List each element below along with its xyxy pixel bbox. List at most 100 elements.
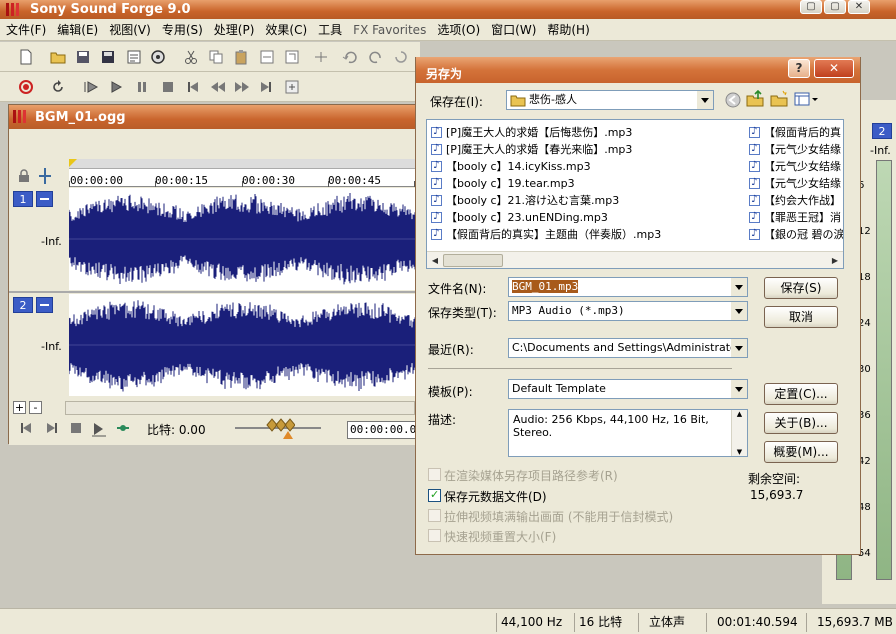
file-item[interactable]: 【约会大作战】 — [747, 192, 841, 209]
lock-icon[interactable] — [17, 169, 31, 183]
file-item[interactable]: 【元气少女结缘 — [747, 158, 841, 175]
go-to-start-icon[interactable] — [19, 421, 33, 435]
menu-window[interactable]: 窗口(W) — [485, 21, 541, 38]
horizontal-scrollbar[interactable] — [65, 401, 415, 415]
track-number[interactable]: 2 — [13, 297, 33, 313]
undo-icon[interactable] — [342, 49, 358, 65]
file-item[interactable]: 【booly c】23.unENDing.mp3 — [429, 209, 608, 226]
up-folder-icon[interactable] — [746, 90, 764, 108]
file-item[interactable]: 【假面背后的真 — [747, 124, 841, 141]
scroll-up-icon[interactable]: ▲ — [732, 410, 747, 418]
template-select[interactable]: Default Template — [508, 379, 748, 399]
about-button[interactable]: 关于(B)... — [764, 412, 838, 434]
menu-process[interactable]: 处理(P) — [208, 21, 260, 38]
menu-options[interactable]: 选项(O) — [431, 21, 485, 38]
file-item[interactable]: 【booly c】14.icyKiss.mp3 — [429, 158, 591, 175]
file-item[interactable]: [P]魔王大人的求婚【春光来临】.mp3 — [429, 141, 632, 158]
file-item[interactable]: 【元气少女结缘 — [747, 141, 841, 158]
track-1-mute-button[interactable] — [36, 191, 53, 207]
data-window-title-bar[interactable]: BGM_01.ogg — [9, 105, 417, 129]
disc-icon[interactable] — [150, 49, 166, 65]
filename-input[interactable]: BGM_01.mp3 — [508, 277, 748, 297]
zoom-in-button[interactable]: + — [13, 401, 26, 414]
crop-icon[interactable] — [284, 49, 300, 65]
fast-resize-checkbox[interactable] — [428, 529, 441, 542]
rewind-icon[interactable] — [210, 79, 226, 95]
description-scrollbar[interactable]: ▲ ▼ — [731, 410, 747, 456]
playhead-marker-icon[interactable] — [69, 159, 77, 167]
cancel-button[interactable]: 取消 — [764, 306, 838, 328]
scroll-down-icon[interactable]: ▼ — [732, 448, 747, 456]
zoom-out-button[interactable]: - — [29, 401, 42, 414]
file-item[interactable]: 【罪恶王冠】消 — [747, 209, 841, 226]
track-2-mute-button[interactable] — [36, 297, 53, 313]
save-button[interactable]: 保存(S) — [764, 277, 838, 299]
close-button[interactable]: ✕ — [848, 0, 870, 14]
meter-channel[interactable]: 2 — [872, 123, 892, 139]
record-icon[interactable] — [18, 79, 34, 95]
scroll-thumb[interactable] — [443, 254, 503, 267]
file-list-scrollbar[interactable]: ◀ ▶ — [427, 251, 843, 268]
copy-icon[interactable] — [208, 49, 224, 65]
new-folder-icon[interactable] — [770, 90, 788, 108]
file-item[interactable]: 【銀の冠 碧の涙 — [747, 226, 843, 243]
menu-tools[interactable]: 工具 — [312, 21, 347, 38]
time-ruler[interactable]: 00:00:00 00:00:15 00:00:30 00:00:45 — [69, 159, 419, 187]
open-folder-icon[interactable] — [50, 49, 66, 65]
marker-icon[interactable] — [284, 79, 300, 95]
trim-icon[interactable] — [313, 49, 329, 65]
waveform-channel-1[interactable] — [69, 188, 419, 290]
menu-help[interactable]: 帮助(H) — [541, 21, 594, 38]
pause-icon[interactable] — [134, 79, 150, 95]
dialog-close-button[interactable]: ✕ — [814, 59, 854, 78]
waveform-channel-2[interactable] — [69, 294, 419, 396]
render-path-checkbox[interactable] — [428, 468, 441, 481]
play-icon[interactable] — [91, 421, 107, 437]
file-item[interactable]: 【假面背后的真实】主题曲（伴奏版）.mp3 — [429, 226, 661, 243]
file-item[interactable]: 【booly c】21.溶け込む言葉.mp3 — [429, 192, 619, 209]
track-number[interactable]: 1 — [13, 191, 33, 207]
play-icon[interactable] — [108, 79, 124, 95]
menu-file[interactable]: 文件(F) — [0, 21, 51, 38]
help-button[interactable]: ? — [788, 59, 810, 78]
go-to-end-icon[interactable] — [258, 79, 274, 95]
scroll-right-icon[interactable]: ▶ — [828, 254, 842, 267]
view-menu-icon[interactable] — [794, 91, 818, 107]
save-in-select[interactable]: 悲伤-感人 — [506, 90, 714, 110]
go-to-end-icon[interactable] — [45, 421, 59, 435]
position-display[interactable]: 00:00:00.00 — [347, 421, 419, 439]
summary-button[interactable]: 概要(M)... — [764, 441, 838, 463]
stop-icon[interactable] — [160, 79, 176, 95]
file-list[interactable]: [P]魔王大人的求婚【后悔悲伤】.mp3[P]魔王大人的求婚【春光来临】.mp3… — [426, 119, 844, 269]
cut-icon[interactable] — [183, 49, 199, 65]
new-file-icon[interactable] — [18, 49, 34, 65]
file-item[interactable]: 【元气少女结缘 — [747, 175, 841, 192]
save-icon[interactable] — [75, 49, 91, 65]
file-item[interactable]: 【booly c】19.tear.mp3 — [429, 175, 575, 192]
loop-playback-icon[interactable] — [115, 421, 131, 435]
paste-icon[interactable] — [233, 49, 249, 65]
menu-effects[interactable]: 效果(C) — [259, 21, 312, 38]
maximize-button[interactable]: ▢ — [824, 0, 846, 14]
properties-icon[interactable] — [126, 49, 142, 65]
file-item[interactable]: [P]魔王大人的求婚【后悔悲伤】.mp3 — [429, 124, 632, 141]
fast-forward-icon[interactable] — [234, 79, 250, 95]
minimize-button[interactable]: ▢ — [800, 0, 822, 14]
back-icon[interactable] — [724, 91, 742, 109]
go-to-start-icon[interactable] — [185, 79, 201, 95]
save-metadata-checkbox[interactable] — [428, 488, 441, 502]
loop-icon[interactable] — [50, 79, 66, 95]
menu-edit[interactable]: 编辑(E) — [51, 21, 103, 38]
menu-view[interactable]: 视图(V) — [103, 21, 156, 38]
recent-select[interactable]: C:\Documents and Settings\Administrator\… — [508, 338, 748, 358]
stop-icon[interactable] — [69, 421, 83, 435]
menu-special[interactable]: 专用(S) — [156, 21, 208, 38]
redo-icon[interactable] — [368, 49, 384, 65]
scroll-left-icon[interactable]: ◀ — [428, 254, 442, 267]
play-all-icon[interactable] — [83, 79, 99, 95]
menu-fx-favorites[interactable]: FX Favorites — [347, 23, 431, 37]
save-as-icon[interactable] — [100, 49, 116, 65]
custom-button[interactable]: 定置(C)... — [764, 383, 838, 405]
mix-icon[interactable] — [259, 49, 275, 65]
dialog-title-bar[interactable]: 另存为 ? ✕ — [416, 57, 860, 83]
